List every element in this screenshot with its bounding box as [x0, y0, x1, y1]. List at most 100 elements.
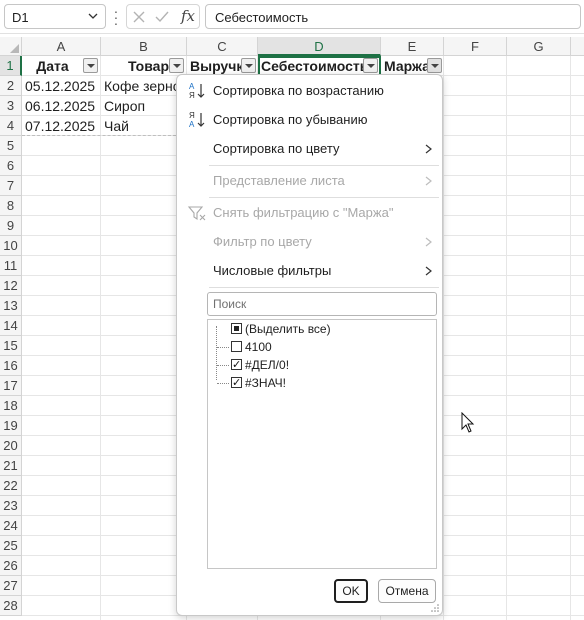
row-header[interactable]: 27 — [0, 576, 22, 596]
row-header[interactable]: 26 — [0, 556, 22, 576]
table-cell[interactable]: 07.12.2025 — [22, 116, 101, 136]
row-header[interactable]: 9 — [0, 216, 22, 236]
row-header[interactable]: 1 — [0, 56, 22, 76]
select-all-checkbox[interactable] — [231, 323, 242, 334]
filter-search-input[interactable] — [211, 294, 435, 314]
sheet-view-label: Представление листа — [213, 173, 345, 188]
row-header[interactable]: 25 — [0, 536, 22, 556]
row-header[interactable]: 21 — [0, 456, 22, 476]
table-cell[interactable]: 06.12.2025 — [22, 96, 101, 116]
column-header-a[interactable]: A — [22, 37, 101, 56]
gridline — [570, 56, 571, 620]
name-box-value: D1 — [12, 10, 29, 25]
table-cell[interactable]: 05.12.2025 — [22, 76, 101, 96]
menu-separator — [209, 287, 439, 288]
list-item[interactable]: (Выделить все) — [208, 320, 408, 338]
list-item-label: 4100 — [245, 340, 272, 354]
filter-dropdown-button[interactable] — [241, 58, 256, 73]
row-header[interactable]: 14 — [0, 316, 22, 336]
menu-separator — [209, 197, 439, 198]
sort-ascending-label: Сортировка по возрастанию — [213, 83, 384, 98]
row-header[interactable]: 20 — [0, 436, 22, 456]
sort-by-color-item[interactable]: Сортировка по цвету — [177, 135, 442, 163]
row-header[interactable]: 3 — [0, 96, 22, 116]
row-header[interactable]: 19 — [0, 416, 22, 436]
list-item-label: #ЗНАЧ! — [245, 376, 286, 390]
filter-dropdown-button-active[interactable] — [427, 58, 442, 73]
number-filters-item[interactable]: Числовые фильтры — [177, 257, 442, 285]
ok-button[interactable]: OK — [334, 579, 368, 603]
active-cell-outline — [258, 56, 381, 76]
table-cell[interactable]: Чай — [101, 116, 176, 136]
row-header[interactable]: 8 — [0, 196, 22, 216]
more-options-icon[interactable]: · · · — [112, 4, 120, 30]
resize-grip-icon[interactable] — [431, 604, 439, 612]
gridline — [506, 56, 507, 620]
value-checkbox[interactable] — [231, 374, 242, 392]
cancel-icon[interactable] — [130, 8, 148, 26]
column-header-b[interactable]: B — [101, 37, 187, 56]
list-item[interactable]: #ЗНАЧ! — [208, 374, 408, 392]
column-header-c[interactable]: C — [187, 37, 258, 56]
row-header[interactable]: 18 — [0, 396, 22, 416]
row-header[interactable]: 7 — [0, 176, 22, 196]
sheet-view-item: Представление листа — [177, 167, 442, 195]
clear-filter-label: Снять фильтрацию с "Маржа" — [213, 205, 394, 220]
clear-filter-item: Снять фильтрацию с "Маржа" — [177, 199, 442, 227]
row-header[interactable]: 2 — [0, 76, 22, 96]
value-checkbox[interactable] — [231, 356, 242, 374]
table-cell[interactable]: Кофе зерно — [101, 76, 176, 96]
filter-dropdown-menu: A Я Сортировка по возрастанию Я A Сортир… — [176, 74, 443, 616]
table-cell[interactable]: Сироп — [101, 96, 176, 116]
list-item[interactable]: #ДЕЛ/0! — [208, 356, 408, 374]
mouse-cursor-icon — [461, 412, 475, 433]
sort-by-color-label: Сортировка по цвету — [213, 141, 340, 156]
row-header[interactable]: 24 — [0, 516, 22, 536]
chevron-right-icon — [425, 144, 432, 154]
row-header[interactable]: 13 — [0, 296, 22, 316]
formula-input[interactable]: Себестоимость — [205, 4, 581, 29]
row-header[interactable]: 11 — [0, 256, 22, 276]
sort-descending-label: Сортировка по убыванию — [213, 112, 368, 127]
value-checkbox[interactable] — [231, 341, 242, 352]
row-header[interactable]: 6 — [0, 156, 22, 176]
row-header[interactable]: 17 — [0, 376, 22, 396]
svg-text:Я: Я — [189, 91, 195, 100]
svg-text:A: A — [189, 82, 195, 91]
row-header[interactable]: 10 — [0, 236, 22, 256]
svg-text:A: A — [189, 120, 195, 129]
column-header-d[interactable]: D — [258, 37, 381, 56]
formula-bar: D1 · · · fx Себестоимость — [0, 0, 584, 34]
row-header[interactable]: 5 — [0, 136, 22, 156]
row-header[interactable]: 23 — [0, 496, 22, 516]
sort-ascending-item[interactable]: A Я Сортировка по возрастанию — [177, 77, 442, 105]
row-header[interactable]: 12 — [0, 276, 22, 296]
row-header[interactable]: 15 — [0, 336, 22, 356]
cancel-button[interactable]: Отмена — [378, 579, 436, 603]
chevron-right-icon — [425, 176, 432, 186]
sort-descending-icon: Я A — [189, 111, 205, 129]
row-header[interactable]: 28 — [0, 596, 22, 616]
row-header[interactable]: 16 — [0, 356, 22, 376]
clear-filter-icon — [187, 206, 206, 221]
sort-ascending-icon: A Я — [189, 82, 205, 100]
filter-values-list[interactable]: (Выделить все) 4100 #ДЕЛ/0! #ЗНАЧ! — [207, 319, 437, 569]
name-box[interactable]: D1 — [4, 4, 106, 29]
column-header-e[interactable]: E — [381, 37, 444, 56]
enter-icon[interactable] — [153, 8, 171, 26]
filter-dropdown-button[interactable] — [83, 58, 98, 73]
select-all-corner[interactable] — [0, 37, 22, 56]
filter-dropdown-button[interactable] — [169, 58, 184, 73]
column-header-g[interactable]: G — [507, 37, 571, 56]
filter-by-color-label: Фильтр по цвету — [213, 234, 312, 249]
list-item[interactable]: 4100 — [208, 338, 408, 356]
row-header[interactable]: 4 — [0, 116, 22, 136]
chevron-right-icon — [425, 266, 432, 276]
column-header-f[interactable]: F — [444, 37, 507, 56]
formula-buttons: fx — [126, 4, 200, 29]
row-header[interactable]: 22 — [0, 476, 22, 496]
column-header-h[interactable] — [571, 37, 584, 56]
filter-search-box[interactable] — [207, 292, 437, 316]
insert-function-icon[interactable]: fx — [181, 7, 195, 25]
sort-descending-item[interactable]: Я A Сортировка по убыванию — [177, 106, 442, 134]
